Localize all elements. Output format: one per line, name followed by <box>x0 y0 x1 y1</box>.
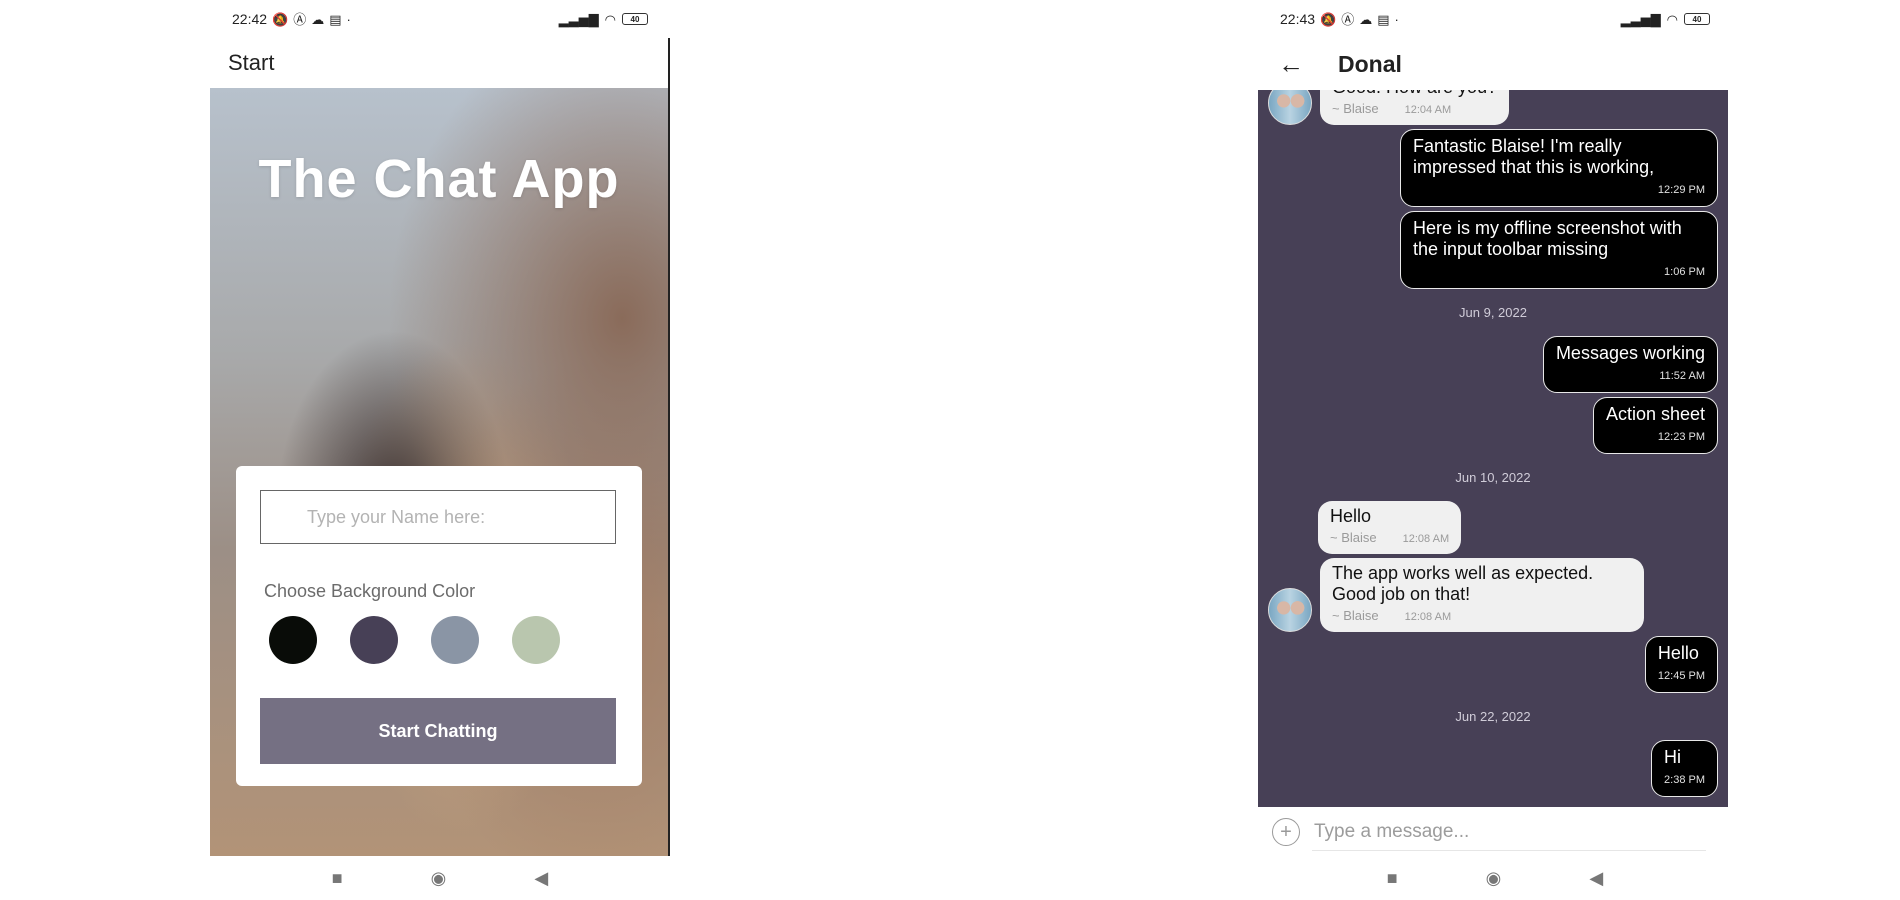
message-time: 12:29 PM <box>1657 184 1705 196</box>
message-meta: ~ Blaise 12:04 AM <box>1332 98 1497 121</box>
message-list-content: Good. How are you? ~ Blaise 12:04 AM Fantas… <box>1258 90 1728 797</box>
back-icon[interactable]: ◀ <box>1589 868 1603 889</box>
message-bubble-received[interactable]: Good. How are you? ~ Blaise 12:04 AM <box>1320 90 1510 125</box>
input-toolbar: + <box>1258 808 1732 856</box>
chat-app-bar: ← Donal <box>1258 38 1728 90</box>
message-time: 12:23 PM <box>1657 431 1705 443</box>
message-text: Good. How are you? <box>1332 90 1497 98</box>
message-row-received: The app works well as expected. Good job… <box>1258 558 1728 632</box>
message-row-received: Good. How are you? ~ Blaise 12:04 AM <box>1258 90 1728 125</box>
message-bubble-received[interactable]: The app works well as expected. Good job… <box>1320 558 1644 632</box>
color-swatch-purple[interactable] <box>350 616 398 664</box>
message-bubble-sent[interactable]: Here is my offline screenshot with the i… <box>1400 211 1718 289</box>
message-meta: ~ Blaise 12:08 AM <box>1332 605 1632 628</box>
mute-icon: 🔕 <box>1320 11 1337 27</box>
chat-screen: 22:43 🔕 Ⓐ ☁ ▤ · ▂▃▅▇ ◠ 40 ← Donal Good. … <box>1258 0 1732 900</box>
message-author: ~ Blaise <box>1332 101 1379 116</box>
recents-icon[interactable]: ■ <box>332 868 343 889</box>
back-icon[interactable]: ◀ <box>534 868 548 889</box>
message-time: 11:52 AM <box>1659 370 1705 382</box>
message-row-sent: Hi 2:38 PM <box>1258 740 1728 797</box>
back-arrow-icon[interactable]: ← <box>1278 49 1308 80</box>
message-row-sent: Here is my offline screenshot with the i… <box>1258 211 1728 289</box>
message-bubble-received[interactable]: Hello ~ Blaise 12:08 AM <box>1318 501 1462 554</box>
app-notification-icon: Ⓐ <box>293 11 307 27</box>
system-nav-bar: ■ ◉ ◀ <box>1258 856 1732 900</box>
message-text: Hi <box>1664 747 1682 767</box>
message-bubble-sent[interactable]: Hi 2:38 PM <box>1651 740 1718 797</box>
message-text: Fantastic Blaise! I'm really impressed t… <box>1413 136 1655 177</box>
message-text: Here is my offline screenshot with the i… <box>1413 218 1682 259</box>
login-card: Choose Background Color Start Chatting <box>236 466 642 786</box>
message-time: 12:08 AM <box>1404 611 1452 623</box>
message-list[interactable]: Good. How are you? ~ Blaise 12:04 AM Fantas… <box>1258 90 1728 807</box>
calendar-icon: ▤ <box>1377 11 1390 27</box>
app-bar: Start <box>210 38 670 88</box>
name-input[interactable] <box>260 490 616 544</box>
chat-title: Donal <box>1338 50 1402 77</box>
background-image: The Chat App Choose Background Color Sta… <box>210 88 670 856</box>
add-attachment-icon[interactable]: + <box>1272 818 1300 846</box>
message-author: ~ Blaise <box>1332 608 1379 623</box>
message-bubble-sent[interactable]: Action sheet 12:23 PM <box>1592 397 1718 454</box>
home-icon[interactable]: ◉ <box>431 868 447 889</box>
home-icon[interactable]: ◉ <box>1486 868 1502 889</box>
app-title: The Chat App <box>258 149 620 209</box>
color-swatch-sage[interactable] <box>512 616 560 664</box>
message-meta: ~ Blaise 12:08 AM <box>1330 527 1449 550</box>
color-swatch-blue-gray[interactable] <box>431 616 479 664</box>
status-bar: 22:43 🔕 Ⓐ ☁ ▤ · ▂▃▅▇ ◠ 40 <box>1258 0 1732 38</box>
message-time: 2:38 PM <box>1664 774 1705 786</box>
mute-icon: 🔕 <box>272 11 289 27</box>
cloud-icon: ☁ <box>1359 11 1373 27</box>
signal-icon: ▂▃▅▇ <box>558 11 599 27</box>
start-screen: 22:42 🔕 Ⓐ ☁ ▤ · ▂▃▅▇ ◠ 40 Start The Chat… <box>210 0 670 900</box>
message-input[interactable] <box>1312 813 1706 851</box>
status-time: 22:43 <box>1280 11 1316 27</box>
message-row-sent: Action sheet 12:23 PM <box>1258 397 1728 454</box>
message-author: ~ Blaise <box>1330 530 1377 545</box>
status-bar: 22:42 🔕 Ⓐ ☁ ▤ · ▂▃▅▇ ◠ 40 <box>210 0 670 38</box>
message-text: Action sheet <box>1605 404 1705 424</box>
dot-icon: · <box>346 11 351 27</box>
color-options <box>269 616 560 664</box>
wifi-icon: ◠ <box>1666 11 1678 27</box>
message-row-sent: Hello 12:45 PM <box>1258 636 1728 693</box>
battery-icon: 40 <box>1684 13 1710 25</box>
cloud-icon: ☁ <box>311 11 325 27</box>
avatar[interactable] <box>1268 588 1312 632</box>
wifi-icon: ◠ <box>604 11 616 27</box>
system-nav-bar: ■ ◉ ◀ <box>210 856 670 900</box>
message-time: 1:06 PM <box>1664 266 1705 278</box>
app-notification-icon: Ⓐ <box>1341 11 1355 27</box>
message-text: The app works well as expected. Good job… <box>1332 563 1594 604</box>
message-bubble-sent[interactable]: Messages working 11:52 AM <box>1542 336 1718 393</box>
status-time: 22:42 <box>232 11 268 27</box>
page-title: Start <box>228 50 275 75</box>
date-separator: Jun 22, 2022 <box>1455 709 1531 724</box>
message-row-received: Hello ~ Blaise 12:08 AM <box>1258 501 1728 554</box>
date-separator: Jun 10, 2022 <box>1455 470 1531 485</box>
battery-icon: 40 <box>622 13 648 25</box>
message-time: 12:04 AM <box>1404 104 1452 116</box>
recents-icon[interactable]: ■ <box>1387 868 1398 889</box>
message-time: 12:08 AM <box>1402 533 1450 545</box>
choose-color-label: Choose Background Color <box>264 581 476 601</box>
color-swatch-black[interactable] <box>269 616 317 664</box>
signal-icon: ▂▃▅▇ <box>1620 11 1661 27</box>
dot-icon: · <box>1394 11 1399 27</box>
message-bubble-sent[interactable]: Hello 12:45 PM <box>1644 636 1718 693</box>
message-row-sent: Messages working 11:52 AM <box>1258 336 1728 393</box>
avatar[interactable] <box>1268 90 1312 125</box>
calendar-icon: ▤ <box>329 11 342 27</box>
message-text: Hello <box>1330 506 1372 526</box>
message-row-sent: Fantastic Blaise! I'm really impressed t… <box>1258 129 1728 207</box>
message-time: 12:45 PM <box>1657 670 1705 682</box>
message-text: Hello <box>1657 643 1699 663</box>
start-chatting-button[interactable]: Start Chatting <box>260 698 616 764</box>
message-bubble-sent[interactable]: Fantastic Blaise! I'm really impressed t… <box>1400 129 1718 207</box>
message-text: Messages working <box>1555 343 1705 363</box>
date-separator: Jun 9, 2022 <box>1459 305 1527 320</box>
